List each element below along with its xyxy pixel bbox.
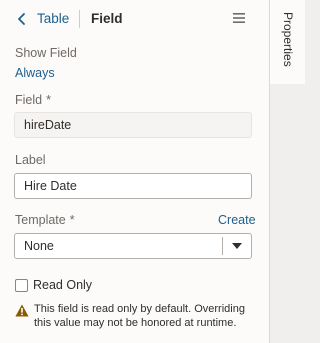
required-mark: *: [69, 213, 75, 227]
template-label-text: Template: [15, 213, 66, 227]
field-readonly-input: hireDate: [14, 112, 252, 138]
field-label: Field *: [15, 93, 51, 108]
field-label-text: Field: [15, 93, 43, 107]
show-field-label: Show Field: [15, 46, 77, 60]
hamburger-menu-icon[interactable]: [233, 12, 245, 24]
required-mark: *: [46, 93, 51, 107]
panel-header: Table Field: [0, 0, 269, 38]
tab-properties[interactable]: Properties: [270, 0, 305, 84]
back-link-table[interactable]: Table: [37, 11, 69, 27]
properties-panel: Table Field Show Field Always Field * hir…: [0, 0, 270, 343]
caret-down-icon[interactable]: [232, 243, 242, 249]
warning-triangle-icon: [15, 304, 29, 317]
read-only-label[interactable]: Read Only: [33, 278, 92, 293]
show-field-value-link[interactable]: Always: [15, 66, 55, 81]
label-input-value: Hire Date: [24, 179, 77, 193]
template-label: Template *: [15, 213, 75, 228]
panel-title: Field: [91, 11, 123, 26]
template-selected-value: None: [24, 239, 54, 253]
tab-properties-label: Properties: [281, 12, 295, 67]
template-select[interactable]: None: [14, 233, 252, 259]
label-input[interactable]: Hire Date: [14, 173, 252, 199]
select-divider: [222, 237, 223, 255]
label-field-label: Label: [15, 153, 46, 167]
read-only-checkbox[interactable]: [15, 279, 28, 292]
chevron-left-icon[interactable]: [16, 11, 28, 27]
field-value: hireDate: [24, 118, 72, 132]
header-divider: [79, 10, 80, 28]
create-template-link[interactable]: Create: [218, 213, 256, 228]
read-only-warning-text: This field is read only by default. Over…: [34, 303, 245, 329]
